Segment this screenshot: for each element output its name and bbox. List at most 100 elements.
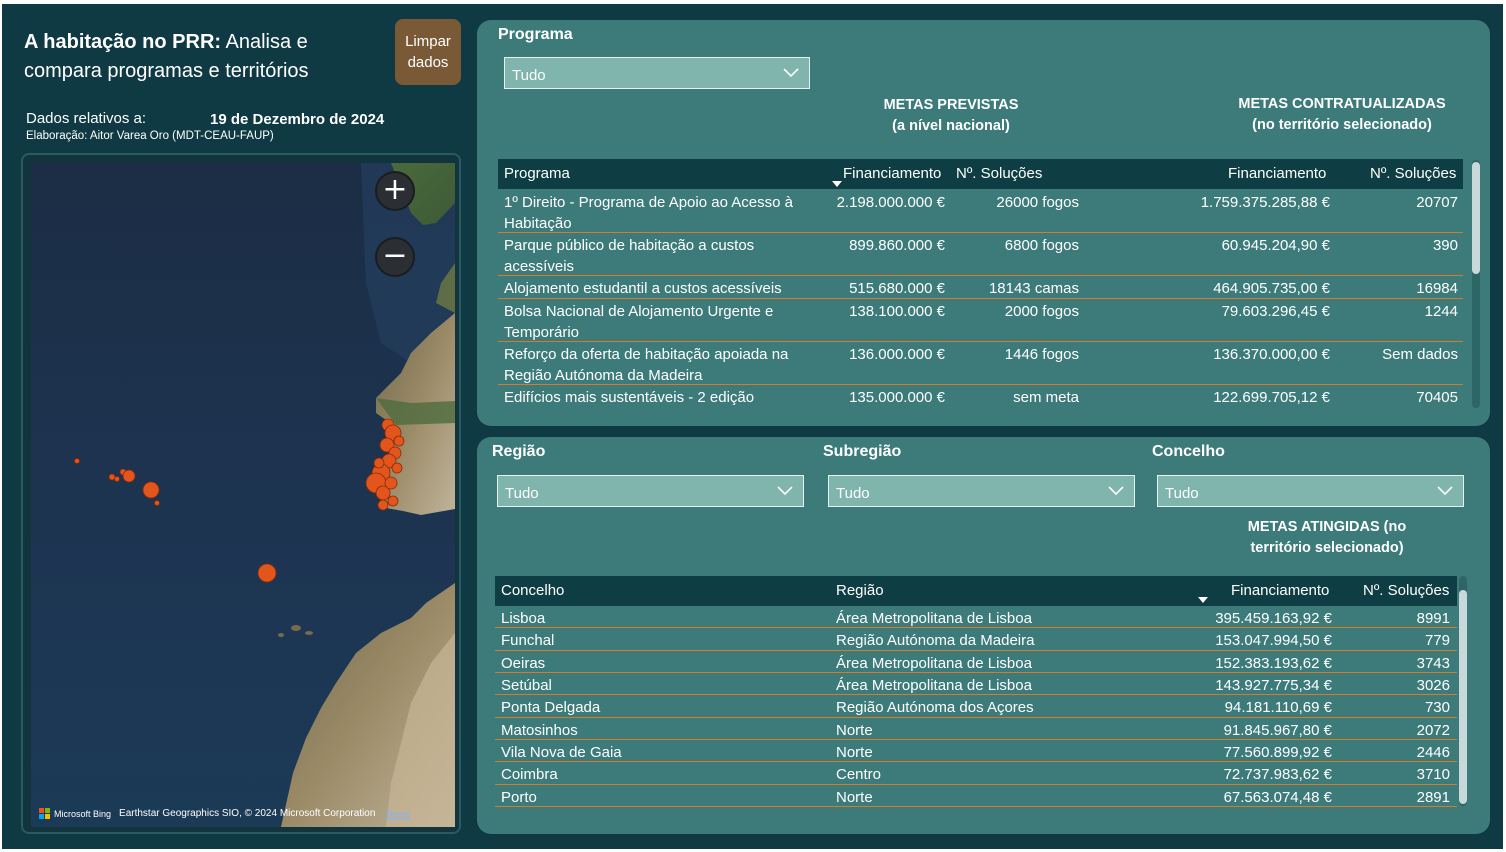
concelho-table: Concelho Região Financiamento Nº. Soluçõ…: [495, 576, 1457, 808]
table-row[interactable]: 1º Direito - Programa de Apoio ao Acesso…: [498, 190, 1463, 233]
sort-desc-icon: [1198, 597, 1208, 603]
cell-solucoes: 3710: [1416, 766, 1450, 783]
col-regiao[interactable]: Região: [836, 582, 884, 599]
cell-solucoes: 2891: [1416, 789, 1450, 806]
cell-regiao: Área Metropolitana de Lisboa: [836, 677, 1032, 694]
regiao-dropdown[interactable]: Tudo: [497, 475, 804, 507]
cell-regiao: Norte: [836, 722, 873, 739]
scroll-thumb[interactable]: [1459, 590, 1467, 804]
cell-programa: Reforço da oferta de habitação apoiada n…: [504, 346, 789, 384]
programa-table: Programa Financiamento Nº. Soluções Fina…: [498, 159, 1463, 409]
concelho-dropdown-value: Tudo: [1165, 485, 1199, 502]
cell-programa: Bolsa Nacional de Alojamento Urgente e Te…: [504, 303, 774, 341]
cell-concelho: Funchal: [501, 632, 555, 649]
cell-sol-contr: 1244: [1424, 303, 1458, 320]
cell-solucoes: 3026: [1416, 677, 1450, 694]
cell-sol-prev: 6800 fogos: [1004, 237, 1079, 254]
cell-programa: Edifícios mais sustentáveis - 2 edição: [504, 389, 755, 406]
metas-previstas-line2: (a nível nacional): [892, 118, 1010, 134]
madeira-marker: [257, 563, 277, 583]
cell-financiamento: 143.927.775,34 €: [1215, 677, 1332, 694]
cell-financiamento: 91.845.967,80 €: [1223, 722, 1332, 739]
cell-concelho: Lisboa: [501, 610, 546, 627]
cell-financiamento: 152.383.193,62 €: [1215, 655, 1332, 672]
metas-previstas-header: METAS PREVISTAS (a nível nacional): [851, 95, 1051, 137]
cell-regiao: Região Autónoma dos Açores: [836, 699, 1034, 716]
cell-solucoes: 730: [1424, 699, 1450, 716]
table-row[interactable]: Funchal Região Autónoma da Madeira 153.0…: [495, 628, 1457, 651]
table-row[interactable]: Matosinhos Norte 91.845.967,80 € 2072: [495, 718, 1457, 740]
col-concelho[interactable]: Concelho: [501, 582, 564, 599]
table-row[interactable]: Porto Norte 67.563.074,48 € 2891: [495, 785, 1457, 807]
cell-solucoes: 3743: [1416, 655, 1450, 672]
zoom-in-button[interactable]: +: [375, 171, 415, 211]
subregiao-dropdown[interactable]: Tudo: [828, 475, 1135, 507]
table-row[interactable]: Reforço da oferta de habitação apoiada n…: [498, 342, 1463, 385]
programa-dropdown[interactable]: Tudo: [504, 57, 810, 89]
table-row[interactable]: Ponta Delgada Região Autónoma dos Açores…: [495, 695, 1457, 718]
map-visual[interactable]: + − Microsoft Bing Earthstar Geographics…: [21, 153, 461, 834]
metas-contratualizadas-line1: METAS CONTRATUALIZADAS: [1238, 96, 1446, 112]
cell-financiamento: 67.563.074,48 €: [1223, 789, 1332, 806]
programa-table-scrollbar[interactable]: [1472, 160, 1480, 408]
cell-regiao: Centro: [836, 766, 882, 783]
concelho-table-scrollbar[interactable]: [1459, 576, 1467, 806]
table-row[interactable]: Oeiras Área Metropolitana de Lisboa 152.…: [495, 651, 1457, 673]
cell-solucoes: 8991: [1416, 610, 1450, 627]
territorio-panel: Região Tudo Subregião Tudo Concelho Tudo…: [477, 437, 1490, 834]
cell-sol-contr: Sem dados: [1382, 346, 1458, 363]
table-row[interactable]: Lisboa Área Metropolitana de Lisboa 395.…: [495, 606, 1457, 628]
terms-link[interactable]: Terms: [385, 809, 410, 819]
cell-programa: Alojamento estudantil a custos acessívei…: [504, 280, 782, 297]
cell-sol-contr: 70405: [1416, 389, 1458, 406]
cell-fin-prev: 135.000.000 €: [849, 389, 945, 406]
attribution-text: Earthstar Geographics SIO, © 2024 Micros…: [119, 808, 376, 819]
metas-atingidas-line2: território selecionado): [1250, 540, 1404, 556]
data-date-label: Dados relativos a:: [26, 110, 147, 127]
table-row[interactable]: Bolsa Nacional de Alojamento Urgente e Te…: [498, 299, 1463, 342]
bing-label: Microsoft Bing: [54, 808, 112, 819]
scroll-thumb[interactable]: [1472, 162, 1480, 274]
metas-previstas-line1: METAS PREVISTAS: [883, 97, 1019, 113]
chevron-down-icon: [1437, 486, 1453, 496]
metas-atingidas-header: METAS ATINGIDAS (no território seleciona…: [1217, 517, 1437, 559]
col-financiamento[interactable]: Financiamento: [1231, 582, 1329, 599]
cell-fin-prev: 899.860.000 €: [849, 237, 945, 254]
cell-sol-contr: 390: [1432, 237, 1458, 254]
programa-table-header: Programa Financiamento Nº. Soluções Fina…: [498, 159, 1463, 189]
table-row[interactable]: Alojamento estudantil a custos acessívei…: [498, 276, 1463, 299]
zoom-out-button[interactable]: −: [375, 237, 415, 277]
regiao-dropdown-value: Tudo: [505, 485, 539, 502]
regiao-slicer-title: Região: [492, 443, 546, 460]
cell-concelho: Porto: [501, 789, 537, 806]
cell-regiao: Área Metropolitana de Lisboa: [836, 655, 1032, 672]
table-row[interactable]: Coimbra Centro 72.737.983,62 € 3710: [495, 762, 1457, 785]
col-financiamento-prev[interactable]: Financiamento: [843, 165, 941, 182]
col-financiamento-contr[interactable]: Financiamento: [1228, 165, 1326, 182]
clear-data-button[interactable]: Limpar dados: [395, 19, 461, 85]
col-programa[interactable]: Programa: [504, 165, 570, 182]
cell-fin-contr: 79.603.296,45 €: [1221, 303, 1330, 320]
col-solucoes-prev[interactable]: Nº. Soluções: [956, 165, 1042, 182]
cell-fin-prev: 138.100.000 €: [849, 303, 945, 320]
concelho-dropdown[interactable]: Tudo: [1157, 475, 1464, 507]
table-row[interactable]: Vila Nova de Gaia Norte 77.560.899,92 € …: [495, 740, 1457, 762]
cell-fin-contr: 122.699.705,12 €: [1213, 389, 1330, 406]
cell-regiao: Região Autónoma da Madeira: [836, 632, 1035, 649]
cell-sol-contr: 20707: [1416, 194, 1458, 211]
table-row[interactable]: Edifícios mais sustentáveis - 2 edição 1…: [498, 385, 1463, 408]
cell-sol-prev: 26000 fogos: [996, 194, 1079, 211]
map-canvas[interactable]: + − Microsoft Bing Earthstar Geographics…: [31, 163, 455, 827]
table-row[interactable]: Parque público de habitação a custos aces…: [498, 233, 1463, 276]
col-solucoes[interactable]: Nº. Soluções: [1363, 582, 1449, 599]
concelho-slicer-title: Concelho: [1152, 443, 1225, 460]
col-solucoes-contr[interactable]: Nº. Soluções: [1370, 165, 1456, 182]
metas-contratualizadas-header: METAS CONTRATUALIZADAS (no território se…: [1217, 94, 1467, 136]
cell-sol-prev: 2000 fogos: [1004, 303, 1079, 320]
cell-concelho: Coimbra: [501, 766, 558, 783]
cell-fin-contr: 136.370.000,00 €: [1213, 346, 1330, 363]
cell-fin-contr: 60.945.204,90 €: [1221, 237, 1330, 254]
table-row[interactable]: Setúbal Área Metropolitana de Lisboa 143…: [495, 673, 1457, 695]
chevron-down-icon: [783, 68, 799, 78]
cell-solucoes: 779: [1424, 632, 1450, 649]
